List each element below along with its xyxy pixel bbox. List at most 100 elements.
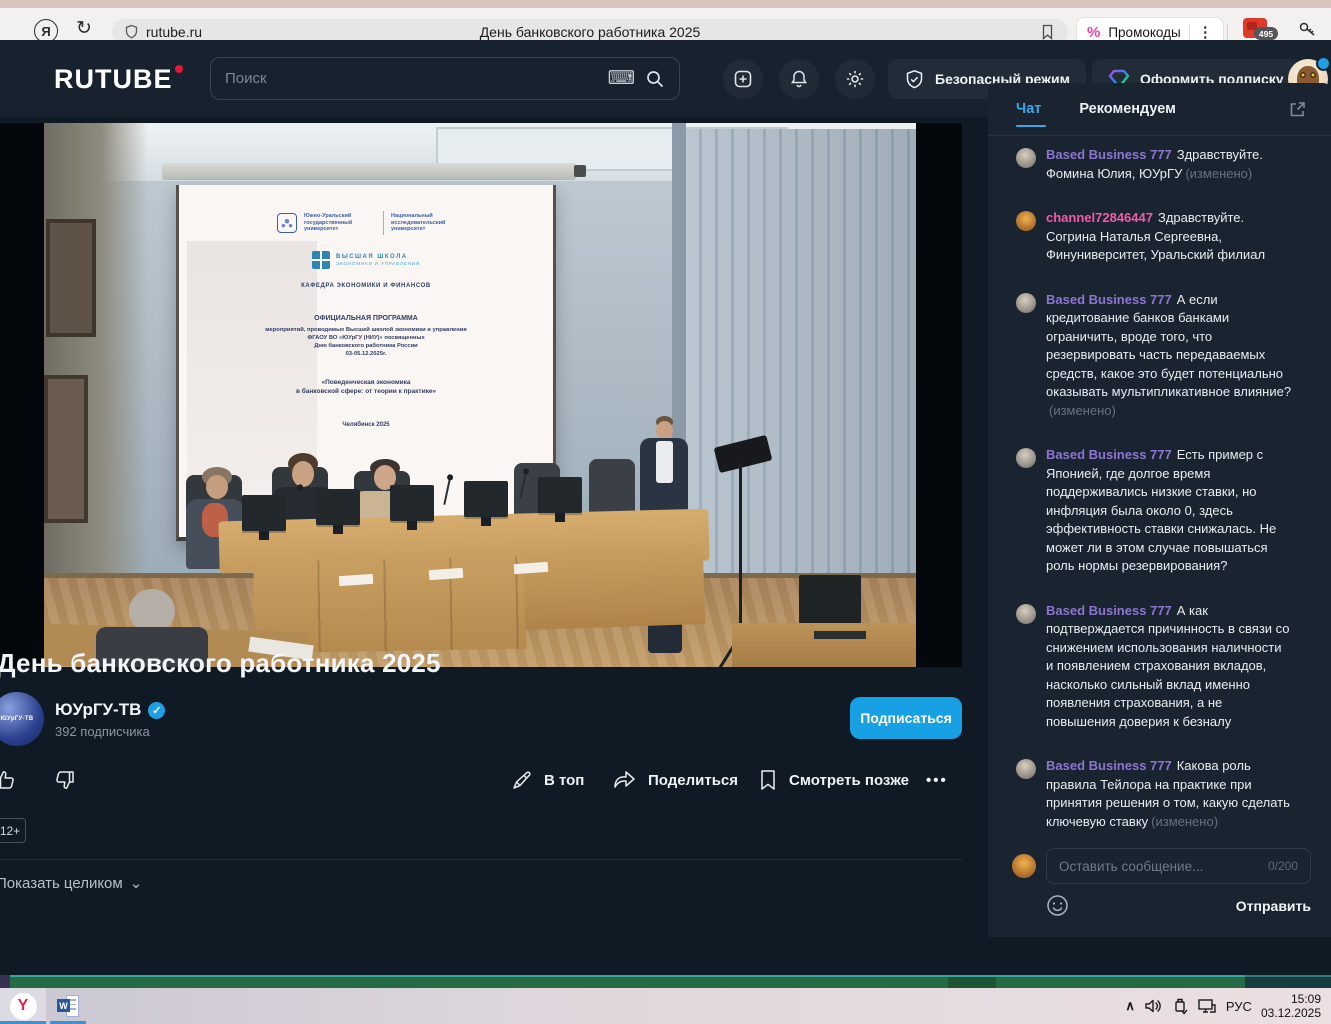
desktop-monitor [316,489,360,525]
chat-message-list[interactable]: Based Business 777Здравствуйте. Фомина Ю… [988,140,1331,840]
more-actions-button[interactable]: ••• [926,765,948,795]
share-button[interactable]: Поделиться [612,765,738,795]
popout-chat-icon[interactable] [1288,100,1307,119]
edited-label: (изменено) [1185,166,1252,181]
theme-toggle-sun-icon[interactable] [835,59,875,99]
conference-theme: «Поведенческая экономика в банковской сф… [296,378,436,396]
my-avatar [1012,854,1036,878]
chat-panel: Чат Рекомендуем Based Business 777Здравс… [988,83,1331,937]
page-title-center: День банковского работника 2025 [112,24,1068,40]
school-logo-block: ВЫСШАЯ ШКОЛА ЭКОНОМИКИ И УПРАВЛЕНИЯ [312,251,420,269]
video-frame: Южно-Уральский государственный университ… [44,123,916,667]
rutube-logo[interactable]: RUTUBE [54,64,183,95]
chat-text: А как подтверждается причинность в связи… [1046,603,1290,729]
foreground-desk [732,623,916,667]
divider [988,135,1331,136]
chat-username[interactable]: Based Business 777 [1046,147,1172,162]
usb-device-icon[interactable] [1172,997,1188,1015]
search-input[interactable] [225,70,598,87]
chat-username[interactable]: Based Business 777 [1046,292,1172,307]
chat-input-box[interactable]: 0/200 [1046,848,1311,884]
keyboard-language[interactable]: РУС [1226,999,1252,1014]
emoji-icon[interactable] [1046,894,1069,917]
divider [1227,24,1228,40]
chat-message-input[interactable] [1059,859,1260,874]
search-box[interactable]: ⌨ [210,57,680,100]
chat-username[interactable]: Based Business 777 [1046,603,1172,618]
like-button[interactable] [0,765,18,795]
background-window-strip [0,975,1331,988]
reload-icon[interactable]: ↻ [76,17,92,40]
school-logo-icon [312,251,330,269]
logo-red-dot [175,65,183,73]
show-full-description-button[interactable]: Показать целиком ⌄ [0,874,142,892]
tray-expand-icon[interactable]: ∧ [1125,998,1135,1014]
foreground-monitor [799,575,861,627]
chat-message: Based Business 777А как подтверждается п… [1016,602,1313,732]
verified-badge-icon: ✓ [148,702,165,719]
screen-roller-housing [162,163,576,180]
tab-recommend[interactable]: Рекомендуем [1079,101,1176,117]
subscribe-button[interactable]: Подписаться [850,697,962,739]
tab-chat[interactable]: Чат [1016,101,1041,117]
mail-badge: 495 [1254,27,1278,40]
chat-username[interactable]: Based Business 777 [1046,758,1172,773]
char-counter: 0/200 [1268,859,1298,873]
chat-message: Based Business 777Есть пример с Японией,… [1016,446,1313,576]
boost-label: В топ [544,772,584,789]
desktop-monitor [464,481,508,517]
upload-video-button[interactable] [723,59,763,99]
channel-avatar[interactable]: ЮУрГУ-ТВ [0,692,44,746]
bookmark-icon[interactable] [1040,24,1055,40]
program-block: ОФИЦИАЛЬНАЯ ПРОГРАММА мероприятий, прово… [265,315,466,358]
channel-name[interactable]: ЮУрГУ-ТВ ✓ [55,700,165,720]
volume-icon[interactable] [1144,997,1163,1015]
browser-toolbar: Я ↻ rutube.ru День банковского работника… [0,8,1331,40]
subscriber-count: 392 подписчика [55,724,150,739]
chat-message: Based Business 777Какова роль правила Те… [1016,757,1313,831]
seated-woman-2 [292,461,314,487]
boost-button[interactable]: В топ [510,765,584,795]
avatar-notification-badge [1316,56,1331,71]
chat-username[interactable]: channel72846447 [1046,210,1153,225]
desktop-monitor [538,477,582,513]
slide-city-year: Челябинск 2025 [342,422,389,428]
system-tray: ∧ РУС 15:09 03.12.2025 [1125,988,1331,1024]
promo-menu-icon[interactable]: ⋮ [1198,23,1213,41]
taskbar-clock[interactable]: 15:09 03.12.2025 [1261,992,1321,1020]
search-icon[interactable] [645,69,665,89]
chat-avatar [1016,211,1036,231]
divider [1189,24,1190,40]
word-icon: W [57,995,79,1017]
seated-woman-1 [206,475,228,499]
watch-later-button[interactable]: Смотреть позже [757,765,909,795]
university-status: Национальный исследовательский университ… [391,213,455,233]
wall-picture [44,375,88,523]
chat-username[interactable]: Based Business 777 [1046,447,1172,462]
network-icon[interactable] [1197,997,1217,1015]
video-player[interactable]: Южно-Уральский государственный университ… [0,123,962,667]
windows-taskbar: Y W ∧ РУС 15:09 03.12.2025 [0,988,1331,1024]
watch-later-label: Смотреть позже [789,772,909,789]
dislike-button[interactable] [52,765,76,795]
taskbar-word[interactable]: W [50,988,86,1024]
university-emblem-icon [277,213,297,233]
chat-tabs: Чат Рекомендуем [988,83,1331,135]
table-front-panels [523,544,706,630]
age-rating-badge: 12+ [0,818,26,843]
yandex-browser-icon: Y [10,993,37,1020]
vertical-blinds [686,129,916,631]
virtual-keyboard-icon[interactable]: ⌨ [608,67,635,90]
chevron-down-icon: ⌄ [130,874,143,892]
taskbar-yandex-browser[interactable]: Y [0,988,46,1024]
chat-message: channel72846447Здравствуйте. Согрина Нат… [1016,209,1313,265]
notifications-bell-icon[interactable] [779,59,819,99]
left-wall [44,123,148,619]
send-button[interactable]: Отправить [1236,898,1311,914]
university-name: Южно-Уральский государственный университ… [304,213,376,233]
share-label: Поделиться [648,772,738,789]
chat-text: Есть пример с Японией, где долгое время … [1046,447,1276,573]
passwords-extension-icon[interactable] [1296,17,1320,41]
video-title: День банковского работника 2025 [0,648,441,679]
desktop-monitor [390,485,434,521]
